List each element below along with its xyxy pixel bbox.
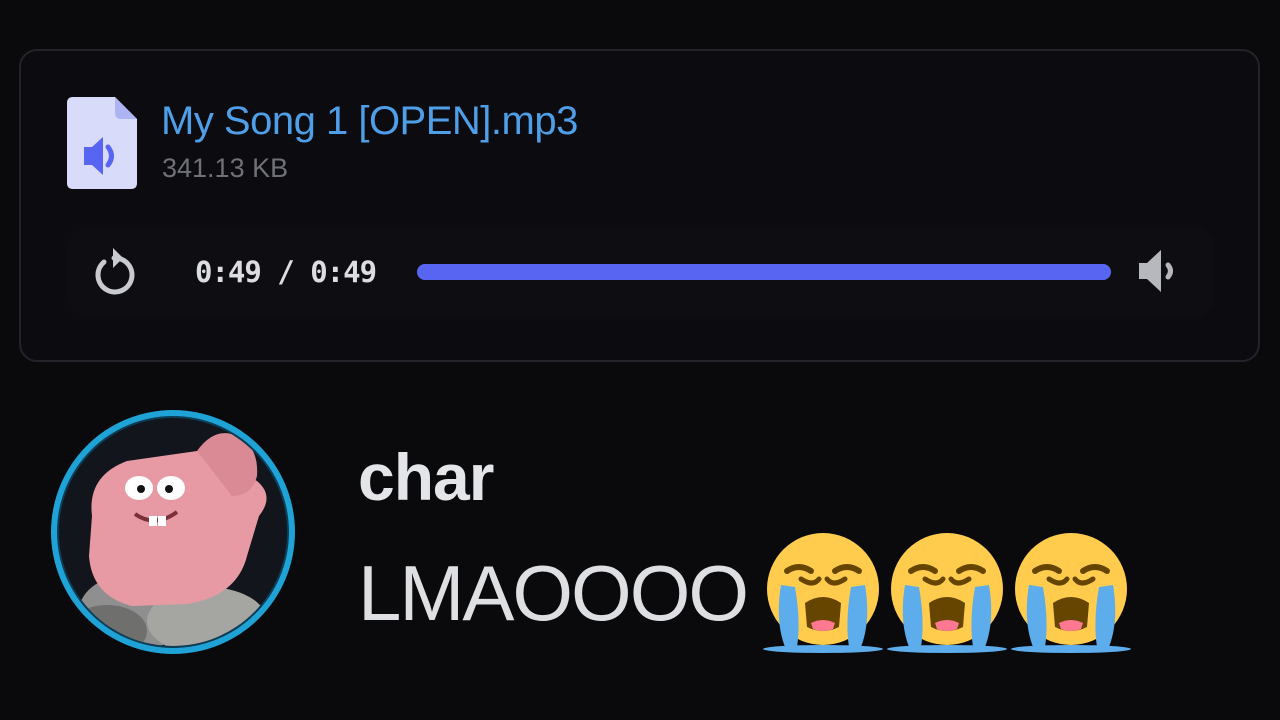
playback-time: 0:49 / 0:49 xyxy=(195,255,377,289)
author-name[interactable]: char xyxy=(358,438,494,516)
message-content: LMAOOOO xyxy=(358,533,1133,653)
file-name-link[interactable]: My Song 1 [OPEN].mp3 xyxy=(161,95,578,147)
audio-attachment: My Song 1 [OPEN].mp3 341.13 KB 0:49 / 0:… xyxy=(19,49,1260,362)
volume-icon[interactable] xyxy=(1133,243,1189,299)
chat-view: My Song 1 [OPEN].mp3 341.13 KB 0:49 / 0:… xyxy=(0,0,1280,720)
replay-icon[interactable] xyxy=(87,245,141,299)
progress-bar[interactable] xyxy=(417,264,1111,280)
progress-fill xyxy=(417,264,1111,280)
loudly-crying-face-icon xyxy=(887,533,1008,653)
message-text: LMAOOOO xyxy=(358,549,749,637)
file-size: 341.13 KB xyxy=(162,153,289,183)
audio-player: 0:49 / 0:49 xyxy=(67,227,1215,317)
loudly-crying-face-icon xyxy=(1011,533,1132,653)
audio-file-icon xyxy=(67,97,137,189)
loudly-crying-face-icon xyxy=(763,533,884,653)
avatar[interactable] xyxy=(47,406,299,658)
